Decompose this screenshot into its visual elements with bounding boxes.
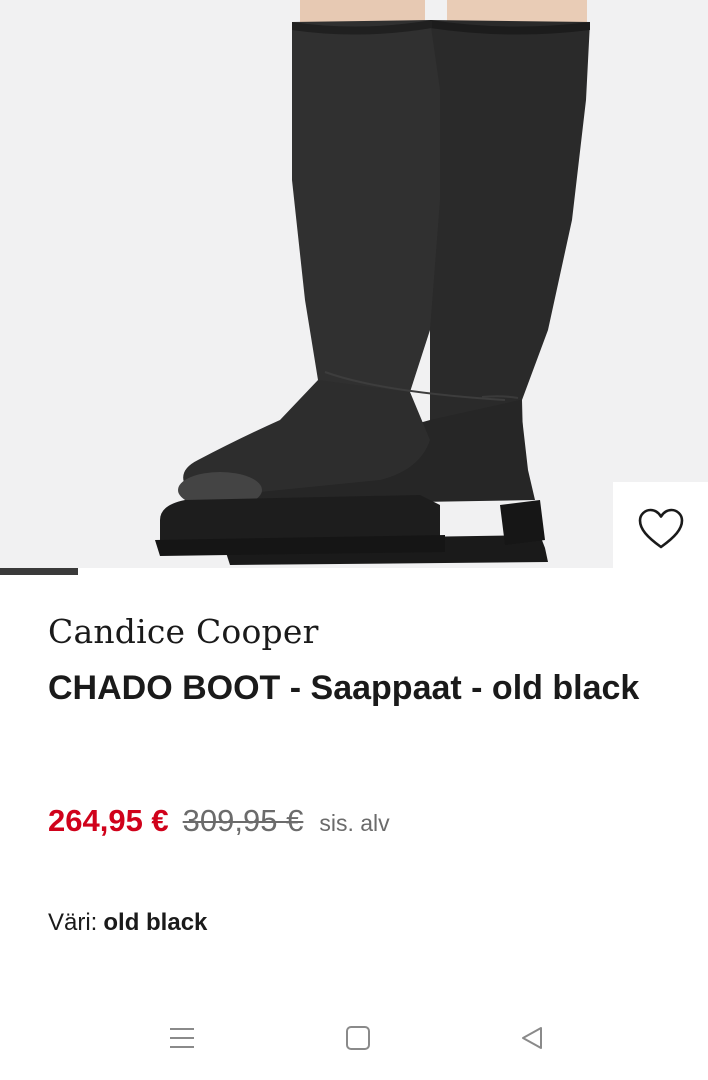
menu-lines-icon xyxy=(170,1028,194,1048)
carousel-indicator-active[interactable] xyxy=(0,568,78,575)
brand-name[interactable]: Candice Cooper xyxy=(48,612,319,651)
square-icon xyxy=(346,1026,370,1050)
tax-note: sis. alv xyxy=(319,810,390,836)
recents-button[interactable] xyxy=(162,1020,202,1056)
color-selector[interactable]: Väri: old black xyxy=(48,909,207,937)
carousel-track xyxy=(0,568,708,575)
left-boot-sole xyxy=(160,495,440,540)
wishlist-button[interactable] xyxy=(613,482,708,575)
color-value: old black xyxy=(103,909,208,936)
sale-price: 264,95 € xyxy=(48,803,169,838)
back-button[interactable] xyxy=(512,1020,552,1056)
left-boot-shaft xyxy=(292,20,440,400)
system-navigation-bar xyxy=(0,1000,708,1080)
right-boot-heel xyxy=(500,500,545,545)
product-image[interactable] xyxy=(0,0,708,575)
boots-illustration xyxy=(155,0,590,565)
left-leg xyxy=(300,0,425,22)
color-label: Väri: xyxy=(48,909,98,936)
original-price: 309,95 € xyxy=(182,803,304,838)
product-title: CHADO BOOT - Saappaat - old black xyxy=(48,669,640,707)
heart-outline-icon xyxy=(638,508,683,548)
triangle-back-icon xyxy=(522,1027,542,1049)
home-button[interactable] xyxy=(338,1020,378,1056)
price-row: 264,95 € 309,95 € sis. alv xyxy=(48,803,390,839)
